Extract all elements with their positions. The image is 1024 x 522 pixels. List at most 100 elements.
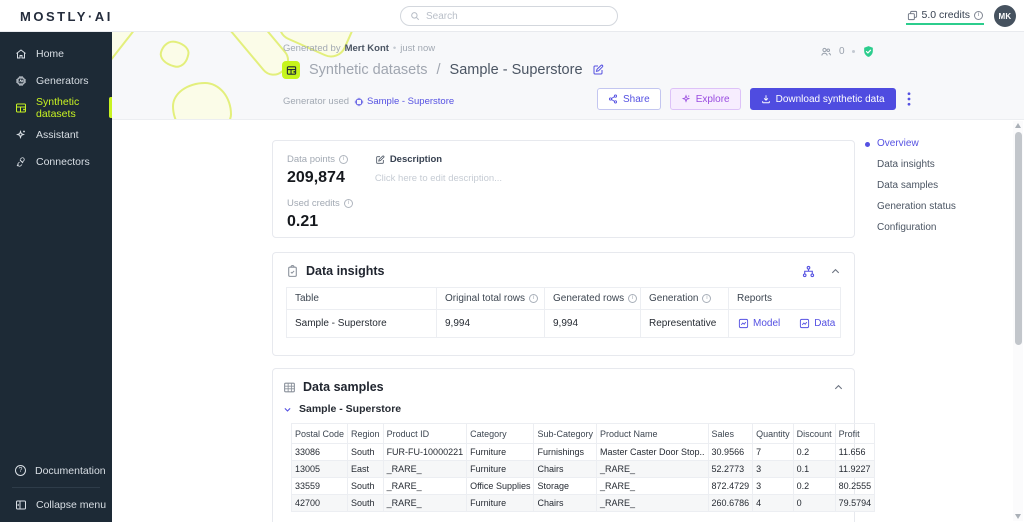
insights-generated-rows: 9,994 [544, 309, 641, 338]
sample-cell: Furniture [466, 460, 535, 478]
sample-cell: South [347, 443, 384, 461]
documentation-icon [15, 465, 26, 476]
sample-cell: _RARE_ [596, 477, 709, 495]
brand-logo[interactable]: MOSTLY·AI [20, 9, 113, 24]
column-header: Reports [728, 287, 841, 310]
credits-info-icon[interactable] [974, 10, 983, 20]
generator-link-label: Sample - Superstore [367, 96, 455, 107]
topbar-right: 5.0 credits MK [905, 0, 1016, 32]
insights-table: Table Original total rows Generated rows… [286, 287, 841, 338]
app-window: MOSTLY·AI 5.0 credits MK Home Generators [0, 0, 1024, 522]
share-button-label: Share [623, 93, 650, 105]
sample-cell: 4 [752, 494, 794, 512]
description-label: Description [389, 154, 443, 165]
column-header: Region [347, 423, 384, 444]
sidebar-divider [12, 487, 100, 488]
synthetic-datasets-icon [16, 103, 26, 112]
insights-table-name: Sample - Superstore [286, 309, 437, 338]
more-actions-icon[interactable] [905, 90, 913, 108]
overview-card: Data points 209,874 Used credits 0.21 De… [272, 140, 855, 238]
nav-item-configuration[interactable]: Configuration [877, 221, 956, 235]
column-header: Postal Code [290, 423, 349, 444]
hierarchy-icon[interactable] [802, 265, 815, 278]
scrollbar-up-arrow[interactable] [1015, 123, 1021, 128]
info-icon[interactable] [628, 294, 638, 303]
avatar[interactable]: MK [994, 5, 1016, 27]
edit-title-icon[interactable] [592, 64, 604, 76]
scrollbar-down-arrow[interactable] [1015, 514, 1021, 519]
generator-chip-icon [354, 97, 364, 106]
collaborators-count: 0 [839, 46, 845, 57]
collapse-samples-icon[interactable] [833, 382, 844, 393]
scrollbar-thumb[interactable] [1014, 132, 1022, 345]
nav-item-data-insights[interactable]: Data insights [877, 158, 956, 172]
meta-dot [851, 50, 855, 53]
data-points-info-icon[interactable] [339, 155, 349, 164]
sidebar-item-label: Documentation [35, 464, 106, 477]
data-samples-card: Data samples Sample - Superstore Postal … [272, 368, 876, 522]
sidebar-item-synthetic-datasets[interactable]: Synthetic datasets [0, 94, 112, 121]
sidebar-item-documentation[interactable]: Documentation [0, 457, 112, 484]
credits-badge[interactable]: 5.0 credits [905, 7, 984, 25]
info-icon[interactable] [529, 294, 539, 303]
home-icon [16, 48, 26, 58]
scrollbar[interactable] [1013, 121, 1023, 521]
share-button[interactable]: Share [597, 88, 661, 110]
sidebar-item-label: Synthetic datasets [36, 95, 80, 120]
column-header: Product ID [382, 423, 468, 444]
explore-button[interactable]: Explore [669, 88, 741, 110]
generated-by-prefix: Generated by [283, 43, 341, 54]
model-report-link[interactable]: Model [737, 318, 789, 329]
generator-used: Generator used Sample - Superstore [283, 96, 454, 107]
column-header: Quantity [752, 423, 794, 444]
sidebar-item-assistant[interactable]: Assistant [0, 121, 112, 148]
download-synthetic-data-button[interactable]: Download synthetic data [749, 88, 896, 110]
nav-item-overview[interactable]: Overview [865, 137, 956, 151]
data-samples-header: Data samples [283, 380, 844, 394]
samples-table: Postal Code Region Product ID Category S… [290, 423, 876, 512]
breadcrumb: Synthetic datasets / Sample - Superstore [282, 61, 604, 79]
generator-link[interactable]: Sample - Superstore [354, 96, 454, 107]
column-header: Discount [792, 423, 836, 444]
sidebar-item-connectors[interactable]: Connectors [0, 148, 112, 175]
search-input[interactable] [426, 10, 608, 22]
data-insights-header: Data insights [286, 264, 841, 278]
collapse-insights-icon[interactable] [830, 266, 841, 277]
topbar: MOSTLY·AI 5.0 credits MK [0, 0, 1024, 32]
sample-cell: 260.6786 [707, 494, 754, 512]
collaborators-icon [821, 47, 832, 56]
sidebar-item-home[interactable]: Home [0, 40, 112, 67]
credits-icon [907, 10, 917, 20]
sample-cell: 3 [752, 460, 794, 478]
info-icon[interactable] [702, 294, 712, 303]
sidebar-item-generators[interactable]: Generators [0, 67, 112, 94]
sample-cell: 13005 [290, 460, 349, 478]
sample-cell: 11.656 [834, 443, 876, 461]
description-placeholder[interactable]: Click here to edit description... [375, 173, 502, 184]
samples-header-row: Postal Code Region Product ID Category S… [290, 423, 876, 444]
used-credits-info-icon[interactable] [343, 199, 353, 208]
nav-item-data-samples[interactable]: Data samples [877, 179, 956, 193]
data-report-link[interactable]: Data [798, 318, 839, 329]
column-header: Original total rows [436, 287, 545, 310]
chevron-down-icon [284, 407, 291, 412]
sample-table-toggle[interactable]: Sample - Superstore [283, 403, 844, 415]
explore-button-label: Explore [695, 93, 730, 105]
sample-cell: FUR-FU-10000221 [382, 443, 468, 461]
page-nav: Overview Data insights Data samples Gene… [865, 137, 956, 235]
search-box[interactable] [400, 6, 618, 26]
data-samples-title-row: Data samples [283, 380, 384, 394]
sample-cell: 0.2 [792, 443, 836, 461]
sample-cell: 80.2555 [834, 477, 876, 495]
breadcrumb-section[interactable]: Synthetic datasets [309, 62, 428, 78]
sample-cell: 42700 [290, 494, 349, 512]
description-label-row: Description [375, 154, 502, 165]
generators-icon [16, 75, 26, 86]
sample-cell: South [347, 494, 384, 512]
nav-item-generation-status[interactable]: Generation status [877, 200, 956, 214]
sidebar-item-collapse-menu[interactable]: Collapse menu [0, 491, 112, 518]
sidebar-footer: Documentation Collapse menu [0, 457, 112, 518]
insights-reports: Model Data [728, 309, 841, 338]
share-icon [608, 94, 618, 104]
description-edit-icon [376, 155, 385, 164]
